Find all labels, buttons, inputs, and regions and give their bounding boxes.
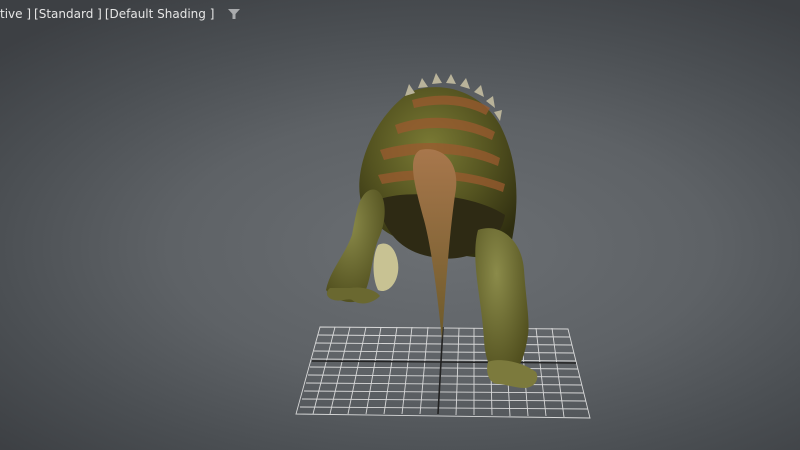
dinosaur-model xyxy=(326,73,538,388)
grid-axis-y xyxy=(437,326,444,415)
3d-viewport[interactable]: tive ] [Standard ] [Default Shading ] xyxy=(0,0,800,450)
scene-canvas xyxy=(295,73,591,419)
grid-axis-x xyxy=(311,360,577,364)
